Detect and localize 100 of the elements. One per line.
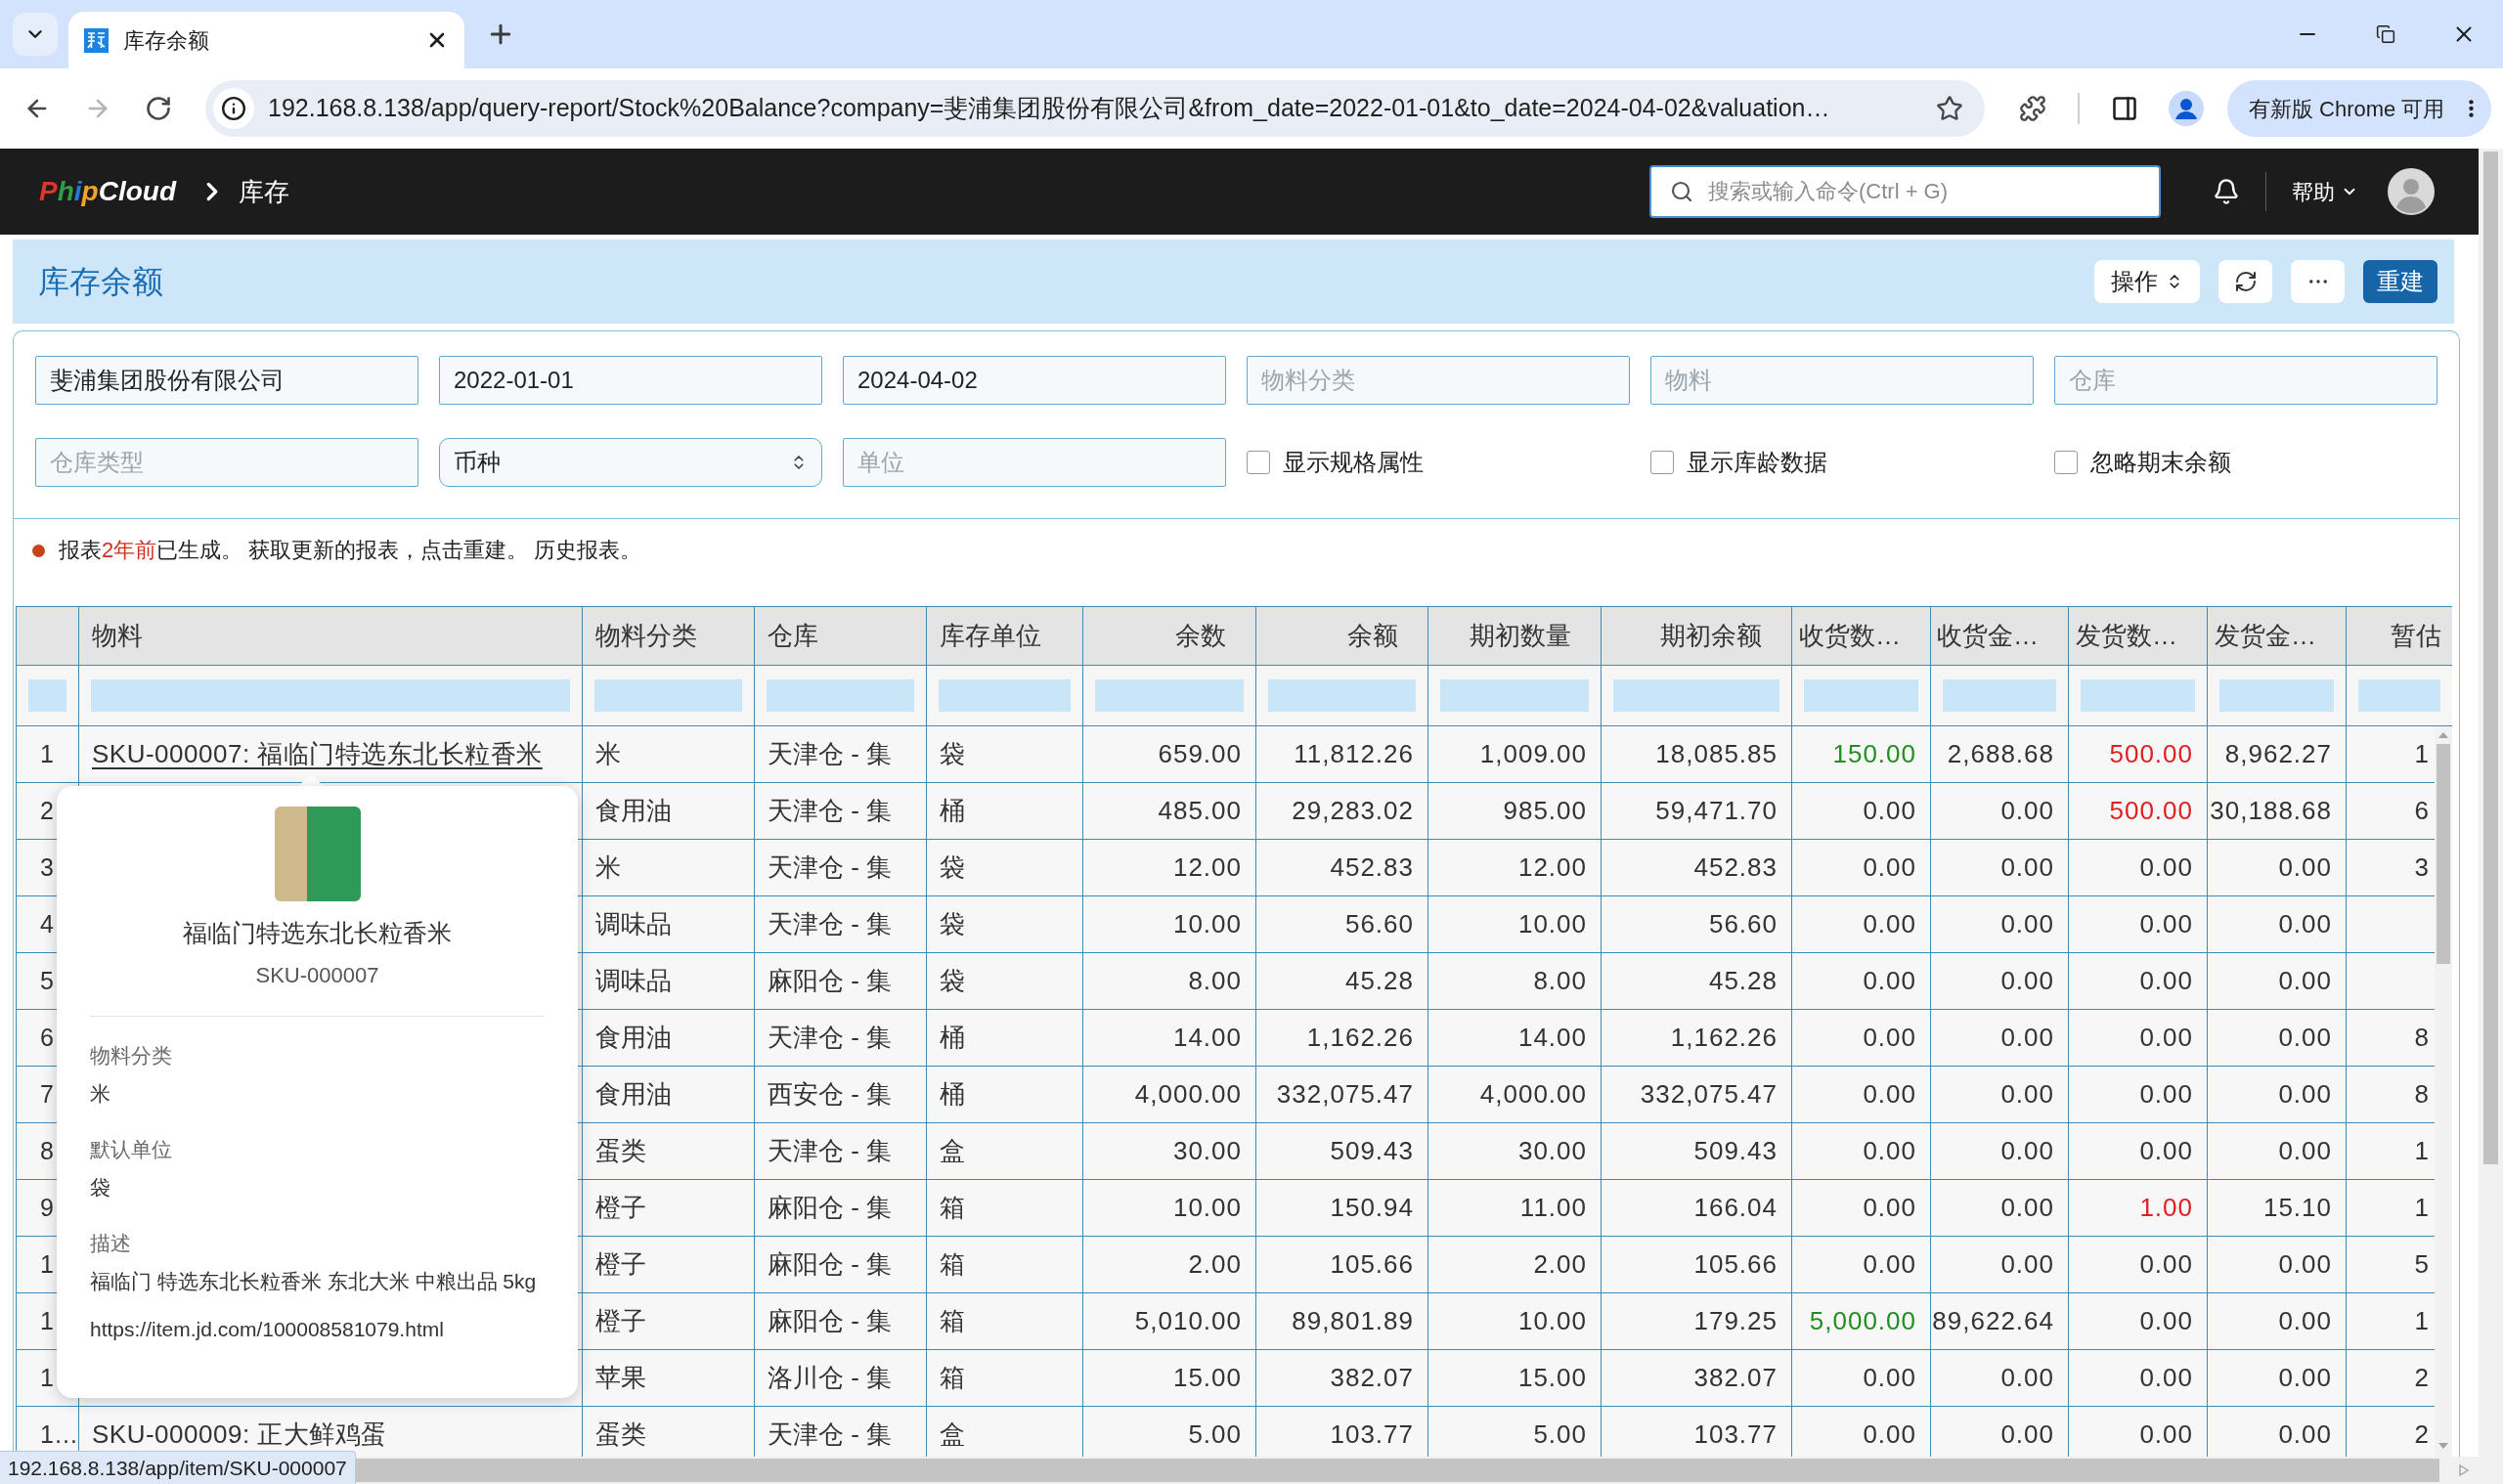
column-header[interactable]: 余额 xyxy=(1256,607,1428,665)
user-avatar-icon[interactable] xyxy=(2388,168,2435,215)
filter-field[interactable] xyxy=(1804,679,1918,712)
table-cell: 麻阳仓 - 集 xyxy=(755,1293,927,1349)
rebuild-button[interactable]: 重建 xyxy=(2363,260,2437,303)
table-cell: 0.00 xyxy=(1792,1010,1931,1066)
table-cell: 8.00 xyxy=(1428,953,1602,1009)
table-cell-text: 2 xyxy=(2413,1362,2430,1394)
table-cell: 0.00 xyxy=(1792,1180,1931,1236)
checkbox-label[interactable]: 显示规格属性 xyxy=(1283,445,1424,480)
table-cell: 5,000.00 xyxy=(1792,1293,1931,1349)
filter-field[interactable] xyxy=(939,679,1071,712)
filter-field[interactable] xyxy=(1095,679,1244,712)
item-link[interactable]: SKU-000009: 正大鲜鸡蛋 xyxy=(92,1416,387,1454)
app-logo[interactable]: PhipCloud xyxy=(39,171,176,212)
select-field[interactable]: 币种 xyxy=(439,438,822,487)
breadcrumb-link[interactable]: 库存 xyxy=(239,172,289,211)
checkbox-label[interactable]: 忽略期末余额 xyxy=(2090,445,2231,480)
filter-field[interactable] xyxy=(1943,679,2056,712)
row-number: 6 xyxy=(40,1022,54,1053)
side-panel-icon[interactable] xyxy=(2111,95,2138,122)
row-number: 5 xyxy=(40,965,54,996)
filter-field[interactable] xyxy=(767,679,914,712)
column-header[interactable]: 库存单位 xyxy=(927,607,1083,665)
table-cell: 985.00 xyxy=(1428,783,1602,839)
filter-field[interactable] xyxy=(1613,679,1779,712)
table-cell: 0.00 xyxy=(2208,840,2347,895)
table-cell: 0.00 xyxy=(1792,1123,1931,1179)
table-cell: 0.00 xyxy=(2208,1237,2347,1292)
actions-menu-button[interactable]: 操作 xyxy=(2094,260,2200,303)
filter-field[interactable] xyxy=(1268,679,1416,712)
input-field[interactable]: 仓库类型 xyxy=(35,438,418,487)
column-header[interactable]: 期初余额 xyxy=(1602,607,1792,665)
table-cell-text: 1 xyxy=(2413,1192,2430,1224)
scroll-up-icon[interactable] xyxy=(2438,732,2448,738)
tab-list-button[interactable] xyxy=(13,13,58,56)
table-cell: 0.00 xyxy=(2208,953,2347,1009)
checkbox-label[interactable]: 显示库龄数据 xyxy=(1687,445,1827,480)
column-header[interactable]: 物料分类 xyxy=(583,607,755,665)
help-menu-button[interactable]: 帮助 xyxy=(2292,175,2358,208)
filter-field[interactable] xyxy=(28,679,66,712)
column-header[interactable]: 期初数量 xyxy=(1428,607,1602,665)
column-header[interactable]: 收货金… xyxy=(1931,607,2069,665)
table-cell: 56.60 xyxy=(1256,896,1428,952)
column-header[interactable]: 暂估 xyxy=(2347,607,2452,665)
column-header[interactable]: 物料 xyxy=(79,607,583,665)
table-cell: 500.00 xyxy=(2069,783,2208,839)
address-bar[interactable]: 192.168.8.138/app/query-report/Stock%20Balance?company=斐浦集团股份有限公司&from_date=2022-01-01&to_date=2024-04-02&valuation… xyxy=(205,80,1985,137)
table-cell: 袋 xyxy=(927,726,1083,782)
browser-tab[interactable]: 库存余额 xyxy=(68,12,464,68)
checkbox[interactable] xyxy=(1247,451,1270,474)
column-header[interactable]: 仓库 xyxy=(755,607,927,665)
site-info-icon[interactable] xyxy=(213,88,254,129)
input-field[interactable]: 物料分类 xyxy=(1247,356,1630,405)
profile-icon[interactable] xyxy=(2169,91,2204,126)
update-chrome-button[interactable]: 有新版 Chrome 可用 xyxy=(2227,80,2491,137)
bookmark-star-icon[interactable] xyxy=(1936,95,1963,122)
input-field[interactable]: 仓库 xyxy=(2054,356,2437,405)
extensions-icon[interactable] xyxy=(2019,95,2046,122)
column-header[interactable]: 收货数… xyxy=(1792,607,1931,665)
table-cell: 0.00 xyxy=(1931,953,2069,1009)
scroll-down-icon[interactable] xyxy=(2438,1443,2448,1449)
restore-icon[interactable] xyxy=(2376,24,2395,44)
reload-icon[interactable] xyxy=(145,95,172,122)
table-cell: 15.00 xyxy=(1428,1350,1602,1406)
table-cell: 12.00 xyxy=(1428,840,1602,895)
input-field[interactable]: 物料 xyxy=(1650,356,2034,405)
filter-field[interactable] xyxy=(2081,679,2195,712)
filter-field[interactable] xyxy=(594,679,742,712)
table-cell-text: 8 xyxy=(2413,1022,2430,1054)
scrollbar-thumb[interactable] xyxy=(2483,152,2498,1164)
input-field[interactable]: 斐浦集团股份有限公司 xyxy=(35,356,418,405)
table-cell: 0.00 xyxy=(1931,840,2069,895)
column-header[interactable]: 发货数… xyxy=(2069,607,2208,665)
scroll-right-icon[interactable] xyxy=(2459,1464,2469,1476)
item-url-link[interactable]: https://item.jd.com/100008581079.html xyxy=(90,1317,444,1342)
table-cell: 盒 xyxy=(927,1123,1083,1179)
filter-field[interactable] xyxy=(91,679,570,712)
checkbox[interactable] xyxy=(2054,451,2078,474)
input-field[interactable]: 2024-04-02 xyxy=(843,356,1226,405)
item-link[interactable]: SKU-000007: 福临门特选东北长粒香米 xyxy=(92,735,543,773)
input-field[interactable]: 2022-01-01 xyxy=(439,356,822,405)
column-header[interactable]: 发货金… xyxy=(2208,607,2347,665)
more-button[interactable] xyxy=(2291,260,2345,303)
search-field[interactable]: 搜索或输入命令(Ctrl + G) xyxy=(1649,165,2161,218)
filter-field[interactable] xyxy=(2358,679,2440,712)
table-cell: 1,162.26 xyxy=(1602,1010,1792,1066)
column-header[interactable]: 余数 xyxy=(1083,607,1256,665)
table-cell: 105.66 xyxy=(1602,1237,1792,1292)
refresh-button[interactable] xyxy=(2218,260,2272,303)
table-cell: 15.10 xyxy=(2208,1180,2347,1236)
filter-field[interactable] xyxy=(1440,679,1589,712)
filter-field[interactable] xyxy=(2219,679,2334,712)
input-field[interactable]: 单位 xyxy=(843,438,1226,487)
checkbox[interactable] xyxy=(1650,451,1674,474)
scrollbar-thumb[interactable] xyxy=(2437,744,2450,964)
table-cell: 桶 xyxy=(927,783,1083,839)
table-cell: 5,010.00 xyxy=(1083,1293,1256,1349)
bell-icon[interactable] xyxy=(2213,178,2240,205)
row-number: 7 xyxy=(40,1078,54,1110)
